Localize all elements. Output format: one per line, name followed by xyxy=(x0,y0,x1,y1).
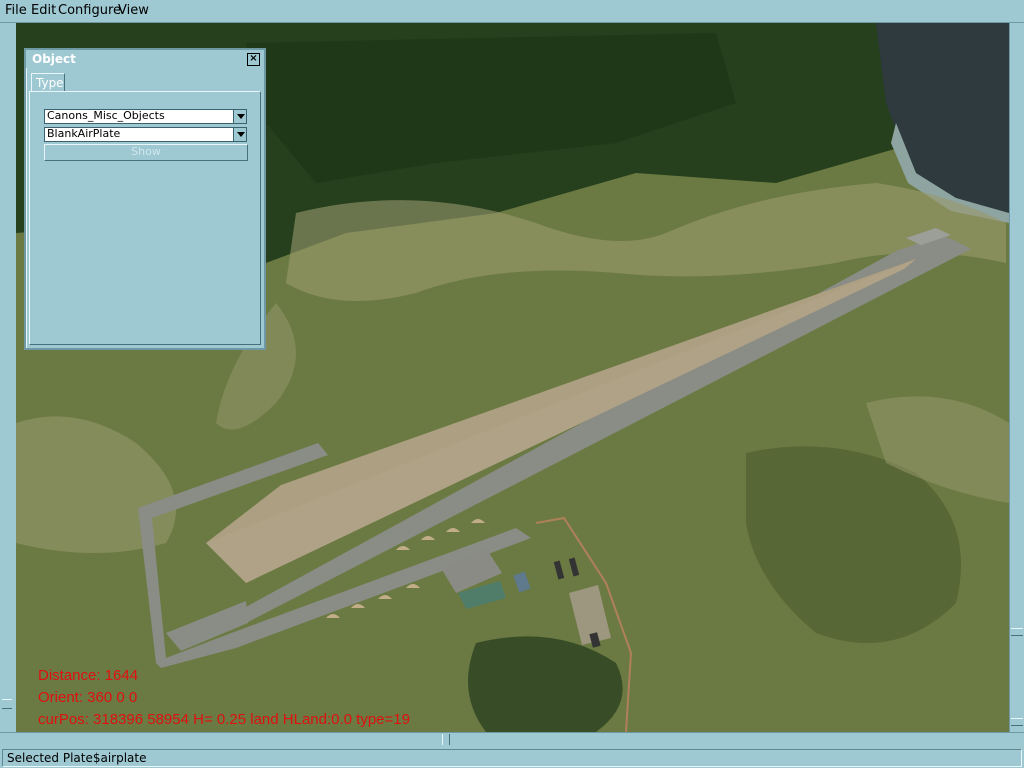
chevron-down-icon[interactable] xyxy=(233,128,246,141)
status-bar: Selected Plate$airplate xyxy=(0,747,1024,768)
chevron-down-icon[interactable] xyxy=(233,110,246,123)
right-vertical-scrollbar[interactable] xyxy=(1009,23,1024,732)
show-button[interactable]: Show xyxy=(44,144,248,161)
curpos-readout: curPos: 318396 58954 H= 0.25 land HLand:… xyxy=(38,711,410,728)
object-panel-title: Object xyxy=(32,52,76,66)
category-dropdown[interactable]: Canons_Misc_Objects xyxy=(44,109,247,124)
menu-edit[interactable]: Edit xyxy=(31,3,56,18)
tab-type[interactable]: Type xyxy=(31,73,65,92)
object-dropdown[interactable]: BlankAirPlate xyxy=(44,127,247,142)
category-value: Canons_Misc_Objects xyxy=(47,109,165,122)
horizontal-scroll-thumb[interactable] xyxy=(442,734,450,745)
status-field: Selected Plate$airplate xyxy=(2,749,1022,767)
horizontal-scrollbar[interactable] xyxy=(0,732,1024,748)
tab-content: Canons_Misc_Objects BlankAirPlate Show xyxy=(29,91,261,345)
right-scroll-thumb-lower[interactable] xyxy=(1011,718,1023,726)
distance-readout: Distance: 1644 xyxy=(38,667,139,684)
status-text: Selected Plate$airplate xyxy=(7,751,147,765)
object-panel-titlebar[interactable]: Object × xyxy=(26,50,264,68)
menu-configure[interactable]: Configure xyxy=(58,3,121,18)
left-scroll-thumb[interactable] xyxy=(2,699,12,709)
tab-type-label: Type xyxy=(36,76,64,90)
left-vertical-scrollbar[interactable] xyxy=(0,23,17,732)
object-value: BlankAirPlate xyxy=(47,127,121,140)
close-icon: × xyxy=(249,53,258,64)
menu-bar: File Edit Configure View xyxy=(0,0,1024,23)
map-editor-window: File Edit Configure View Distance: 1644 … xyxy=(0,0,1024,768)
right-scroll-thumb[interactable] xyxy=(1011,628,1023,636)
object-panel: Object × Type Canons_Misc_Objects BlankA… xyxy=(24,48,266,350)
menu-file[interactable]: File xyxy=(5,3,27,18)
close-button[interactable]: × xyxy=(247,53,260,66)
orient-readout: Orient: 360 0 0 xyxy=(38,689,138,706)
menu-view[interactable]: View xyxy=(118,3,149,18)
